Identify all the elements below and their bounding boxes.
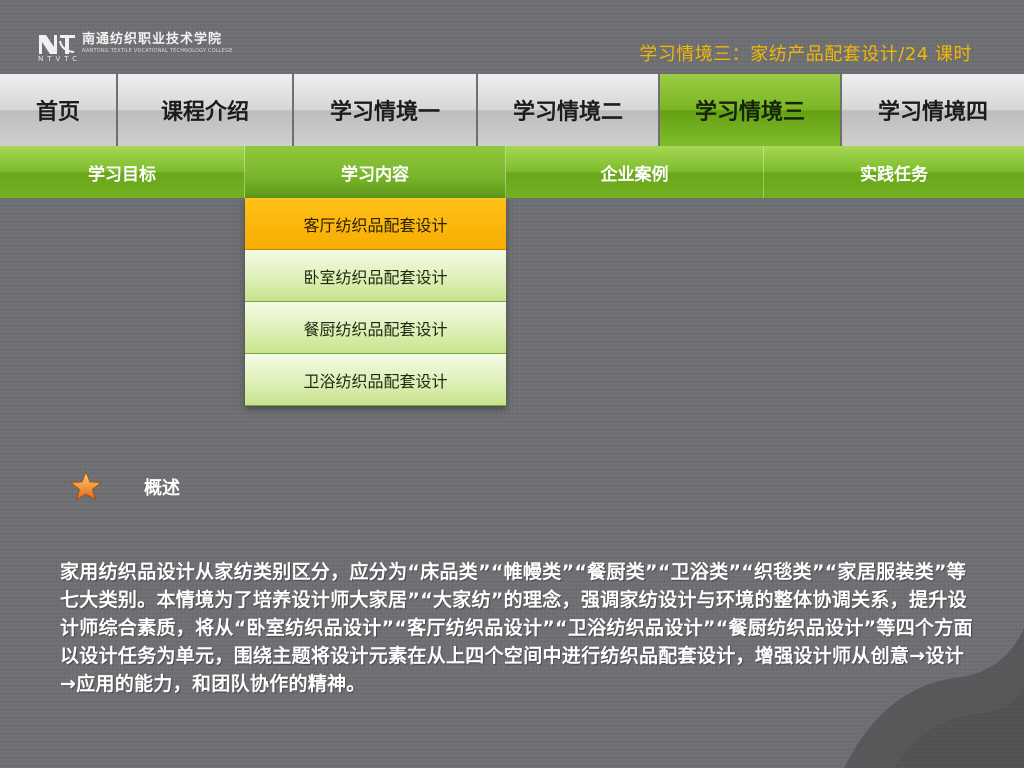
star-icon bbox=[70, 470, 102, 501]
nav-home[interactable]: 首页 bbox=[0, 74, 118, 146]
menu-item-bedroom[interactable]: 卧室纺织品配套设计 bbox=[245, 250, 506, 302]
nav-course-intro[interactable]: 课程介绍 bbox=[118, 74, 294, 146]
subnav-practice-tasks[interactable]: 实践任务 bbox=[764, 146, 1024, 198]
menu-item-living-room[interactable]: 客厅纺织品配套设计 bbox=[245, 198, 506, 250]
header: 南通纺织职业技术学院 NANTONG TEXTILE VOCATIONAL TE… bbox=[0, 0, 1024, 74]
nav-situation-1[interactable]: 学习情境一 bbox=[294, 74, 478, 146]
logo-text: 南通纺织职业技术学院 NANTONG TEXTILE VOCATIONAL TE… bbox=[82, 32, 233, 55]
menu-item-bathroom[interactable]: 卫浴纺织品配套设计 bbox=[245, 354, 506, 406]
unit-title: 学习情境三：家纺产品配套设计/24 课时 bbox=[639, 44, 972, 65]
main-nav: 首页 课程介绍 学习情境一 学习情境二 学习情境三 学习情境四 bbox=[0, 74, 1024, 146]
logo-name-cn: 南通纺织职业技术学院 bbox=[82, 32, 223, 47]
overview-heading: 概述 bbox=[144, 478, 180, 499]
subnav-learning-goals[interactable]: 学习目标 bbox=[0, 146, 245, 198]
logo-name-en: NANTONG TEXTILE VOCATIONAL TECHNOLOGY CO… bbox=[82, 48, 233, 54]
nav-situation-3[interactable]: 学习情境三 bbox=[660, 74, 842, 146]
overview-paragraph: 家用纺织品设计从家纺类别区分，应分为“床品类”“帷幔类”“餐厨类”“卫浴类”“织… bbox=[60, 561, 973, 695]
nav-situation-4[interactable]: 学习情境四 bbox=[842, 74, 1024, 146]
subnav-learning-content[interactable]: 学习内容 bbox=[245, 146, 506, 198]
sub-nav: 学习目标 学习内容 企业案例 实践任务 bbox=[0, 146, 1024, 198]
college-logo-icon bbox=[39, 34, 75, 54]
subnav-enterprise-cases[interactable]: 企业案例 bbox=[506, 146, 764, 198]
college-logo[interactable]: 南通纺织职业技术学院 NANTONG TEXTILE VOCATIONAL TE… bbox=[38, 32, 233, 55]
logo-abbreviation: NTVTC bbox=[38, 55, 82, 63]
menu-item-kitchen-dining[interactable]: 餐厨纺织品配套设计 bbox=[245, 302, 506, 354]
nav-situation-2[interactable]: 学习情境二 bbox=[478, 74, 660, 146]
page: 南通纺织职业技术学院 NANTONG TEXTILE VOCATIONAL TE… bbox=[0, 0, 1024, 768]
content-dropdown-menu: 客厅纺织品配套设计 卧室纺织品配套设计 餐厨纺织品配套设计 卫浴纺织品配套设计 bbox=[245, 198, 506, 406]
